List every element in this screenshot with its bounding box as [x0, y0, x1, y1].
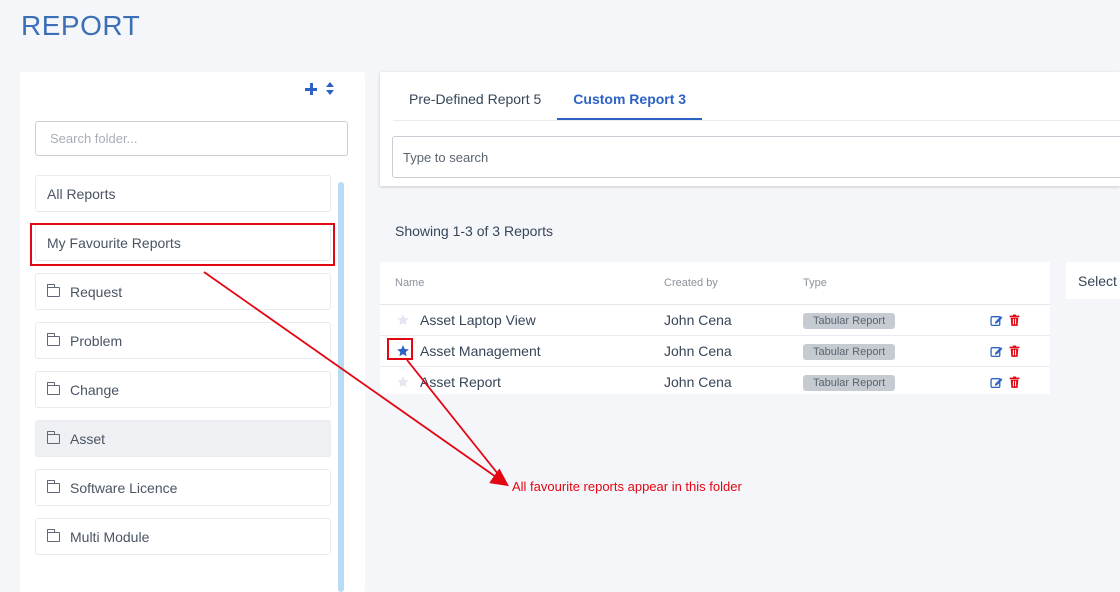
page-title: REPORT — [21, 10, 141, 41]
report-tabs-card: Pre-Defined Report 5 Custom Report 3 — [380, 72, 1120, 186]
row-actions — [983, 376, 1050, 389]
folder-item-label: All Reports — [47, 185, 116, 202]
cell-type: Tabular Report — [803, 311, 983, 329]
favourite-folder-highlight — [30, 223, 335, 266]
folder-icon — [46, 430, 60, 444]
folder-icon — [46, 528, 60, 542]
table-row[interactable]: Asset Management John Cena Tabular Repor… — [380, 336, 1050, 367]
report-name[interactable]: Asset Laptop View — [420, 312, 536, 328]
type-badge: Tabular Report — [803, 313, 896, 329]
folder-item-label: Change — [70, 381, 120, 398]
folder-item-all-reports[interactable]: All Reports — [35, 175, 331, 212]
report-name[interactable]: Asset Report — [420, 374, 501, 390]
folder-panel: All Reports My Favourite Reports Request… — [20, 72, 365, 592]
sort-icon[interactable] — [325, 82, 335, 96]
add-folder-icon[interactable] — [305, 83, 317, 95]
folder-item-request[interactable]: Request — [35, 273, 331, 310]
report-tabs: Pre-Defined Report 5 Custom Report 3 — [393, 72, 703, 120]
delete-icon[interactable] — [1008, 345, 1021, 358]
folder-item-label: Software Licence — [70, 479, 178, 496]
delete-icon[interactable] — [1008, 314, 1021, 327]
folder-item-label: Problem — [70, 332, 123, 349]
tab-custom-report[interactable]: Custom Report 3 — [557, 72, 703, 120]
select-dropdown[interactable]: Select — [1066, 262, 1120, 299]
folder-scrollbar[interactable] — [338, 182, 344, 592]
type-badge: Tabular Report — [803, 375, 896, 391]
type-badge: Tabular Report — [803, 344, 896, 360]
folder-item-asset[interactable]: Asset — [35, 420, 331, 457]
folder-item-change[interactable]: Change — [35, 371, 331, 408]
favourite-star-highlight — [387, 338, 413, 360]
column-header-name[interactable]: Name — [380, 277, 664, 289]
cell-name: Asset Laptop View — [380, 312, 664, 328]
folder-icon — [46, 479, 60, 493]
cell-name: Asset Management — [380, 338, 664, 360]
table-header: Name Created by Type — [380, 262, 1050, 305]
search-folder-input[interactable] — [35, 121, 348, 156]
cell-type: Tabular Report — [803, 373, 983, 391]
folder-item-label: Asset — [70, 430, 106, 447]
folder-panel-actions — [305, 82, 335, 96]
report-table: Name Created by Type Asset Laptop View J… — [380, 262, 1050, 394]
report-name[interactable]: Asset Management — [420, 343, 541, 359]
annotation-text: All favourite reports appear in this fol… — [512, 479, 742, 494]
edit-icon[interactable] — [990, 345, 1003, 358]
row-actions — [983, 314, 1050, 327]
row-actions — [983, 345, 1050, 358]
results-summary: Showing 1-3 of 3 Reports — [395, 223, 553, 239]
select-label: Select — [1078, 273, 1117, 289]
cell-created-by: John Cena — [664, 312, 732, 328]
tab-pre-defined-report[interactable]: Pre-Defined Report 5 — [393, 72, 557, 120]
star-icon[interactable] — [395, 312, 411, 328]
folder-item-label: Multi Module — [70, 528, 150, 545]
column-header-created-by[interactable]: Created by — [664, 277, 803, 289]
table-row[interactable]: Asset Laptop View John Cena Tabular Repo… — [380, 305, 1050, 336]
folder-item-label: Request — [70, 283, 123, 300]
edit-icon[interactable] — [990, 314, 1003, 327]
folder-icon — [46, 332, 60, 346]
edit-icon[interactable] — [990, 376, 1003, 389]
folder-item-problem[interactable]: Problem — [35, 322, 331, 359]
folder-item-software-licence[interactable]: Software Licence — [35, 469, 331, 506]
folder-icon — [46, 283, 60, 297]
cell-name: Asset Report — [380, 374, 664, 390]
folder-icon — [46, 381, 60, 395]
report-search-input[interactable] — [392, 136, 1120, 178]
column-header-type[interactable]: Type — [803, 277, 983, 289]
tabs-divider — [393, 120, 1120, 121]
star-icon[interactable] — [387, 338, 413, 360]
table-row[interactable]: Asset Report John Cena Tabular Report — [380, 367, 1050, 397]
cell-type: Tabular Report — [803, 342, 983, 360]
cell-created-by: John Cena — [664, 343, 732, 359]
folder-item-multi-module[interactable]: Multi Module — [35, 518, 331, 555]
delete-icon[interactable] — [1008, 376, 1021, 389]
star-icon[interactable] — [395, 374, 411, 390]
cell-created-by: John Cena — [664, 374, 732, 390]
